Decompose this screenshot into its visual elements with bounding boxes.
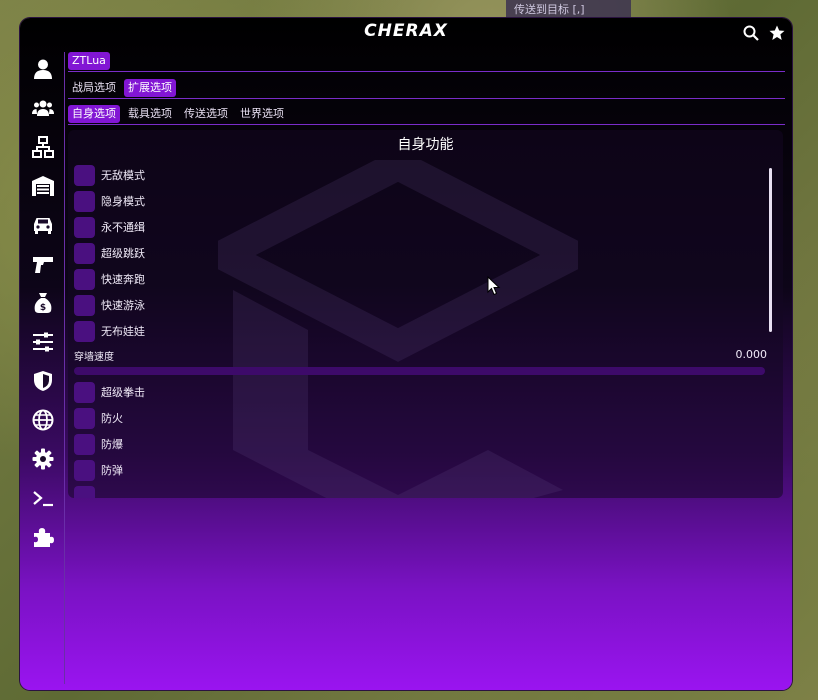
checkbox[interactable] — [74, 320, 95, 342]
option-label: 防爆 — [101, 438, 123, 451]
option-label: 快速奔跑 — [101, 273, 145, 286]
slider-label: 穿墙速度 — [74, 352, 114, 363]
cherax-window: CHERAX $ ZTLua 战局选项 扩展选项 自身选项 载具选项 传送选项 … — [20, 18, 792, 690]
money-bag-icon[interactable]: $ — [32, 292, 54, 314]
option-label: 隐身模式 — [101, 195, 145, 208]
sidebar: $ — [20, 48, 64, 690]
slider-value: 0.000 — [735, 348, 768, 361]
tab-teleport-options[interactable]: 传送选项 — [180, 105, 232, 123]
network-icon[interactable] — [32, 136, 54, 158]
noclip-speed-slider[interactable] — [74, 367, 765, 375]
checkbox[interactable] — [74, 381, 95, 403]
option-label: 防火 — [101, 412, 123, 425]
option-label: 无敌模式 — [101, 169, 145, 182]
option-super-jump[interactable]: 超级跳跃 — [74, 242, 145, 264]
app-logo: CHERAX — [364, 21, 448, 41]
titlebar: CHERAX — [20, 18, 792, 48]
globe-icon[interactable] — [32, 409, 54, 431]
option-label: 无布娃娃 — [101, 325, 145, 338]
users-icon[interactable] — [32, 97, 54, 119]
hud-tooltip: 传送到目标 [,] — [506, 0, 631, 20]
checkbox[interactable] — [74, 242, 95, 264]
user-icon[interactable] — [32, 58, 54, 80]
option-label: 永不通缉 — [101, 221, 145, 234]
garage-icon[interactable] — [32, 175, 54, 197]
tabs-level2: 自身选项 载具选项 传送选项 世界选项 — [68, 105, 288, 123]
option-label: 超级跳跃 — [101, 247, 145, 260]
option-invisible[interactable]: 隐身模式 — [74, 190, 145, 212]
option-explosion-proof[interactable]: 防爆 — [74, 433, 123, 455]
option-label: 超级拳击 — [101, 386, 145, 399]
checkbox[interactable] — [74, 190, 95, 212]
option-partial[interactable] — [74, 485, 101, 498]
tab-match-options[interactable]: 战局选项 — [68, 79, 120, 97]
tab-vehicle-options[interactable]: 载具选项 — [124, 105, 176, 123]
divider — [68, 71, 785, 72]
option-no-ragdoll[interactable]: 无布娃娃 — [74, 320, 145, 342]
divider — [68, 124, 785, 125]
option-never-wanted[interactable]: 永不通缉 — [74, 216, 145, 238]
checkbox[interactable] — [74, 433, 95, 455]
option-super-punch[interactable]: 超级拳击 — [74, 381, 145, 403]
checkbox[interactable] — [74, 216, 95, 238]
checkbox[interactable] — [74, 294, 95, 316]
option-label: 防弹 — [101, 464, 123, 477]
option-fast-run[interactable]: 快速奔跑 — [74, 268, 145, 290]
gun-icon[interactable] — [32, 253, 54, 275]
option-fireproof[interactable]: 防火 — [74, 407, 123, 429]
divider — [68, 98, 785, 99]
option-godmode[interactable]: 无敌模式 — [74, 164, 145, 186]
gear-icon[interactable] — [32, 448, 54, 470]
checkbox[interactable] — [74, 407, 95, 429]
tab-extended-options[interactable]: 扩展选项 — [124, 79, 176, 97]
tabs-level1: 战局选项 扩展选项 — [68, 79, 176, 97]
svg-text:$: $ — [40, 303, 46, 313]
puzzle-icon[interactable] — [32, 526, 54, 548]
terminal-icon[interactable] — [32, 487, 54, 509]
self-features-panel: 自身功能 无敌模式 隐身模式 永不通缉 超级跳跃 快速奔跑 快速游泳 无布娃娃 … — [68, 130, 783, 498]
car-icon[interactable] — [32, 214, 54, 236]
scrollbar[interactable] — [769, 168, 772, 332]
breadcrumb[interactable]: ZTLua — [68, 52, 110, 70]
sliders-icon[interactable] — [32, 331, 54, 353]
checkbox[interactable] — [74, 485, 95, 498]
tab-self-options[interactable]: 自身选项 — [68, 105, 120, 123]
star-icon[interactable] — [769, 25, 785, 41]
option-fast-swim[interactable]: 快速游泳 — [74, 294, 145, 316]
shield-icon[interactable] — [32, 370, 54, 392]
search-icon[interactable] — [743, 25, 759, 41]
cherax-watermark-icon — [218, 160, 578, 498]
panel-title: 自身功能 — [397, 137, 454, 153]
checkbox[interactable] — [74, 268, 95, 290]
checkbox[interactable] — [74, 459, 95, 481]
option-bulletproof[interactable]: 防弹 — [74, 459, 123, 481]
checkbox[interactable] — [74, 164, 95, 186]
sidebar-divider — [64, 52, 65, 684]
option-label: 快速游泳 — [101, 299, 145, 312]
tab-world-options[interactable]: 世界选项 — [236, 105, 288, 123]
mouse-cursor-icon — [487, 276, 501, 296]
